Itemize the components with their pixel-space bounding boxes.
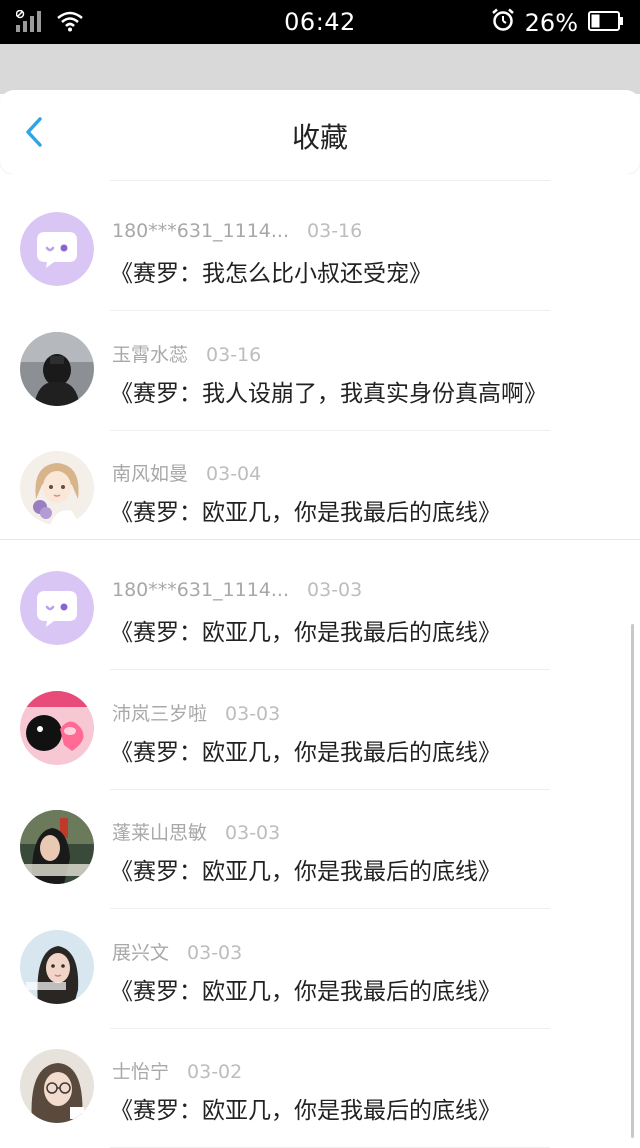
- item-meta: 展兴文 03-03: [112, 938, 242, 965]
- date: 03-03: [187, 942, 243, 964]
- avatar[interactable]: [20, 930, 94, 1004]
- date: 03-03: [307, 579, 363, 601]
- item-meta: 180***631_1114... 03-03: [112, 579, 362, 601]
- date: 03-03: [225, 703, 281, 725]
- status-right: 26%: [491, 8, 624, 38]
- username: 180***631_1114...: [112, 220, 290, 242]
- date: 03-16: [206, 344, 262, 366]
- favorite-title[interactable]: 《赛罗：我人设崩了，我真实身份真高啊》: [110, 374, 547, 408]
- list-item[interactable]: 士怡宁 03-02 《赛罗：欧亚几，你是我最后的底线》: [0, 1021, 640, 1148]
- divider: [0, 539, 640, 540]
- item-meta: 玉霄水蕊 03-16: [112, 340, 261, 367]
- favorite-title[interactable]: 《赛罗：欧亚几，你是我最后的底线》: [110, 493, 501, 527]
- favorites-list-container[interactable]: 180***631_1114... 03-16 《赛罗：我怎么比小叔还受宠》 玉霄水…: [0, 174, 640, 1148]
- item-meta: 沛岚三岁啦 03-03: [112, 699, 280, 726]
- avatar[interactable]: [20, 691, 94, 765]
- username: 沛岚三岁啦: [112, 703, 208, 725]
- username: 南风如曼: [112, 463, 189, 485]
- username: 蓬莱山思敏: [112, 822, 208, 844]
- item-meta: 蓬莱山思敏 03-03: [112, 818, 280, 845]
- avatar[interactable]: [20, 1049, 94, 1123]
- divider: [110, 180, 550, 181]
- avatar[interactable]: [20, 571, 94, 645]
- avatar[interactable]: [20, 332, 94, 406]
- date: 03-02: [187, 1061, 243, 1083]
- battery-icon: [588, 9, 624, 37]
- alarm-icon: [491, 8, 515, 38]
- date: 03-04: [206, 463, 262, 485]
- list-item[interactable]: 180***631_1114... 03-03 《赛罗：欧亚几，你是我最后的底线》: [0, 543, 640, 670]
- avatar[interactable]: [20, 810, 94, 884]
- username: 展兴文: [112, 942, 170, 964]
- battery-level: 26%: [524, 9, 578, 37]
- list-item[interactable]: 180***631_1114... 03-16 《赛罗：我怎么比小叔还受宠》: [0, 184, 640, 311]
- favorite-title[interactable]: 《赛罗：欧亚几，你是我最后的底线》: [110, 852, 501, 886]
- list-item[interactable]: 展兴文 03-03 《赛罗：欧亚几，你是我最后的底线》: [0, 902, 640, 1029]
- username: 180***631_1114...: [112, 579, 290, 601]
- nav-header: 收藏: [0, 90, 640, 174]
- username: 玉霄水蕊: [112, 344, 189, 366]
- status-bar: 06:42 26%: [0, 0, 640, 44]
- scrollbar[interactable]: [631, 624, 634, 1138]
- page-title: 收藏: [291, 121, 348, 154]
- list-item[interactable]: 玉霄水蕊 03-16 《赛罗：我人设崩了，我真实身份真高啊》: [0, 304, 640, 431]
- list-item[interactable]: 南风如曼 03-04 《赛罗：欧亚几，你是我最后的底线》: [0, 423, 640, 543]
- avatar[interactable]: [20, 212, 94, 286]
- favorite-title[interactable]: 《赛罗：欧亚几，你是我最后的底线》: [110, 613, 501, 647]
- top-gray-band: [0, 44, 640, 94]
- list-item[interactable]: 蓬莱山思敏 03-03 《赛罗：欧亚几，你是我最后的底线》: [0, 782, 640, 909]
- favorite-title[interactable]: 《赛罗：欧亚几，你是我最后的底线》: [110, 1091, 501, 1125]
- avatar[interactable]: [20, 451, 94, 525]
- item-meta: 南风如曼 03-04: [112, 459, 261, 486]
- item-meta: 180***631_1114... 03-16: [112, 220, 362, 242]
- item-meta: 士怡宁 03-02: [112, 1057, 242, 1084]
- username: 士怡宁: [112, 1061, 170, 1083]
- date: 03-03: [225, 822, 281, 844]
- list-item[interactable]: 沛岚三岁啦 03-03 《赛罗：欧亚几，你是我最后的底线》: [0, 663, 640, 790]
- date: 03-16: [307, 220, 363, 242]
- favorite-title[interactable]: 《赛罗：欧亚几，你是我最后的底线》: [110, 733, 501, 767]
- favorite-title[interactable]: 《赛罗：我怎么比小叔还受宠》: [110, 254, 432, 288]
- favorite-title[interactable]: 《赛罗：欧亚几，你是我最后的底线》: [110, 972, 501, 1006]
